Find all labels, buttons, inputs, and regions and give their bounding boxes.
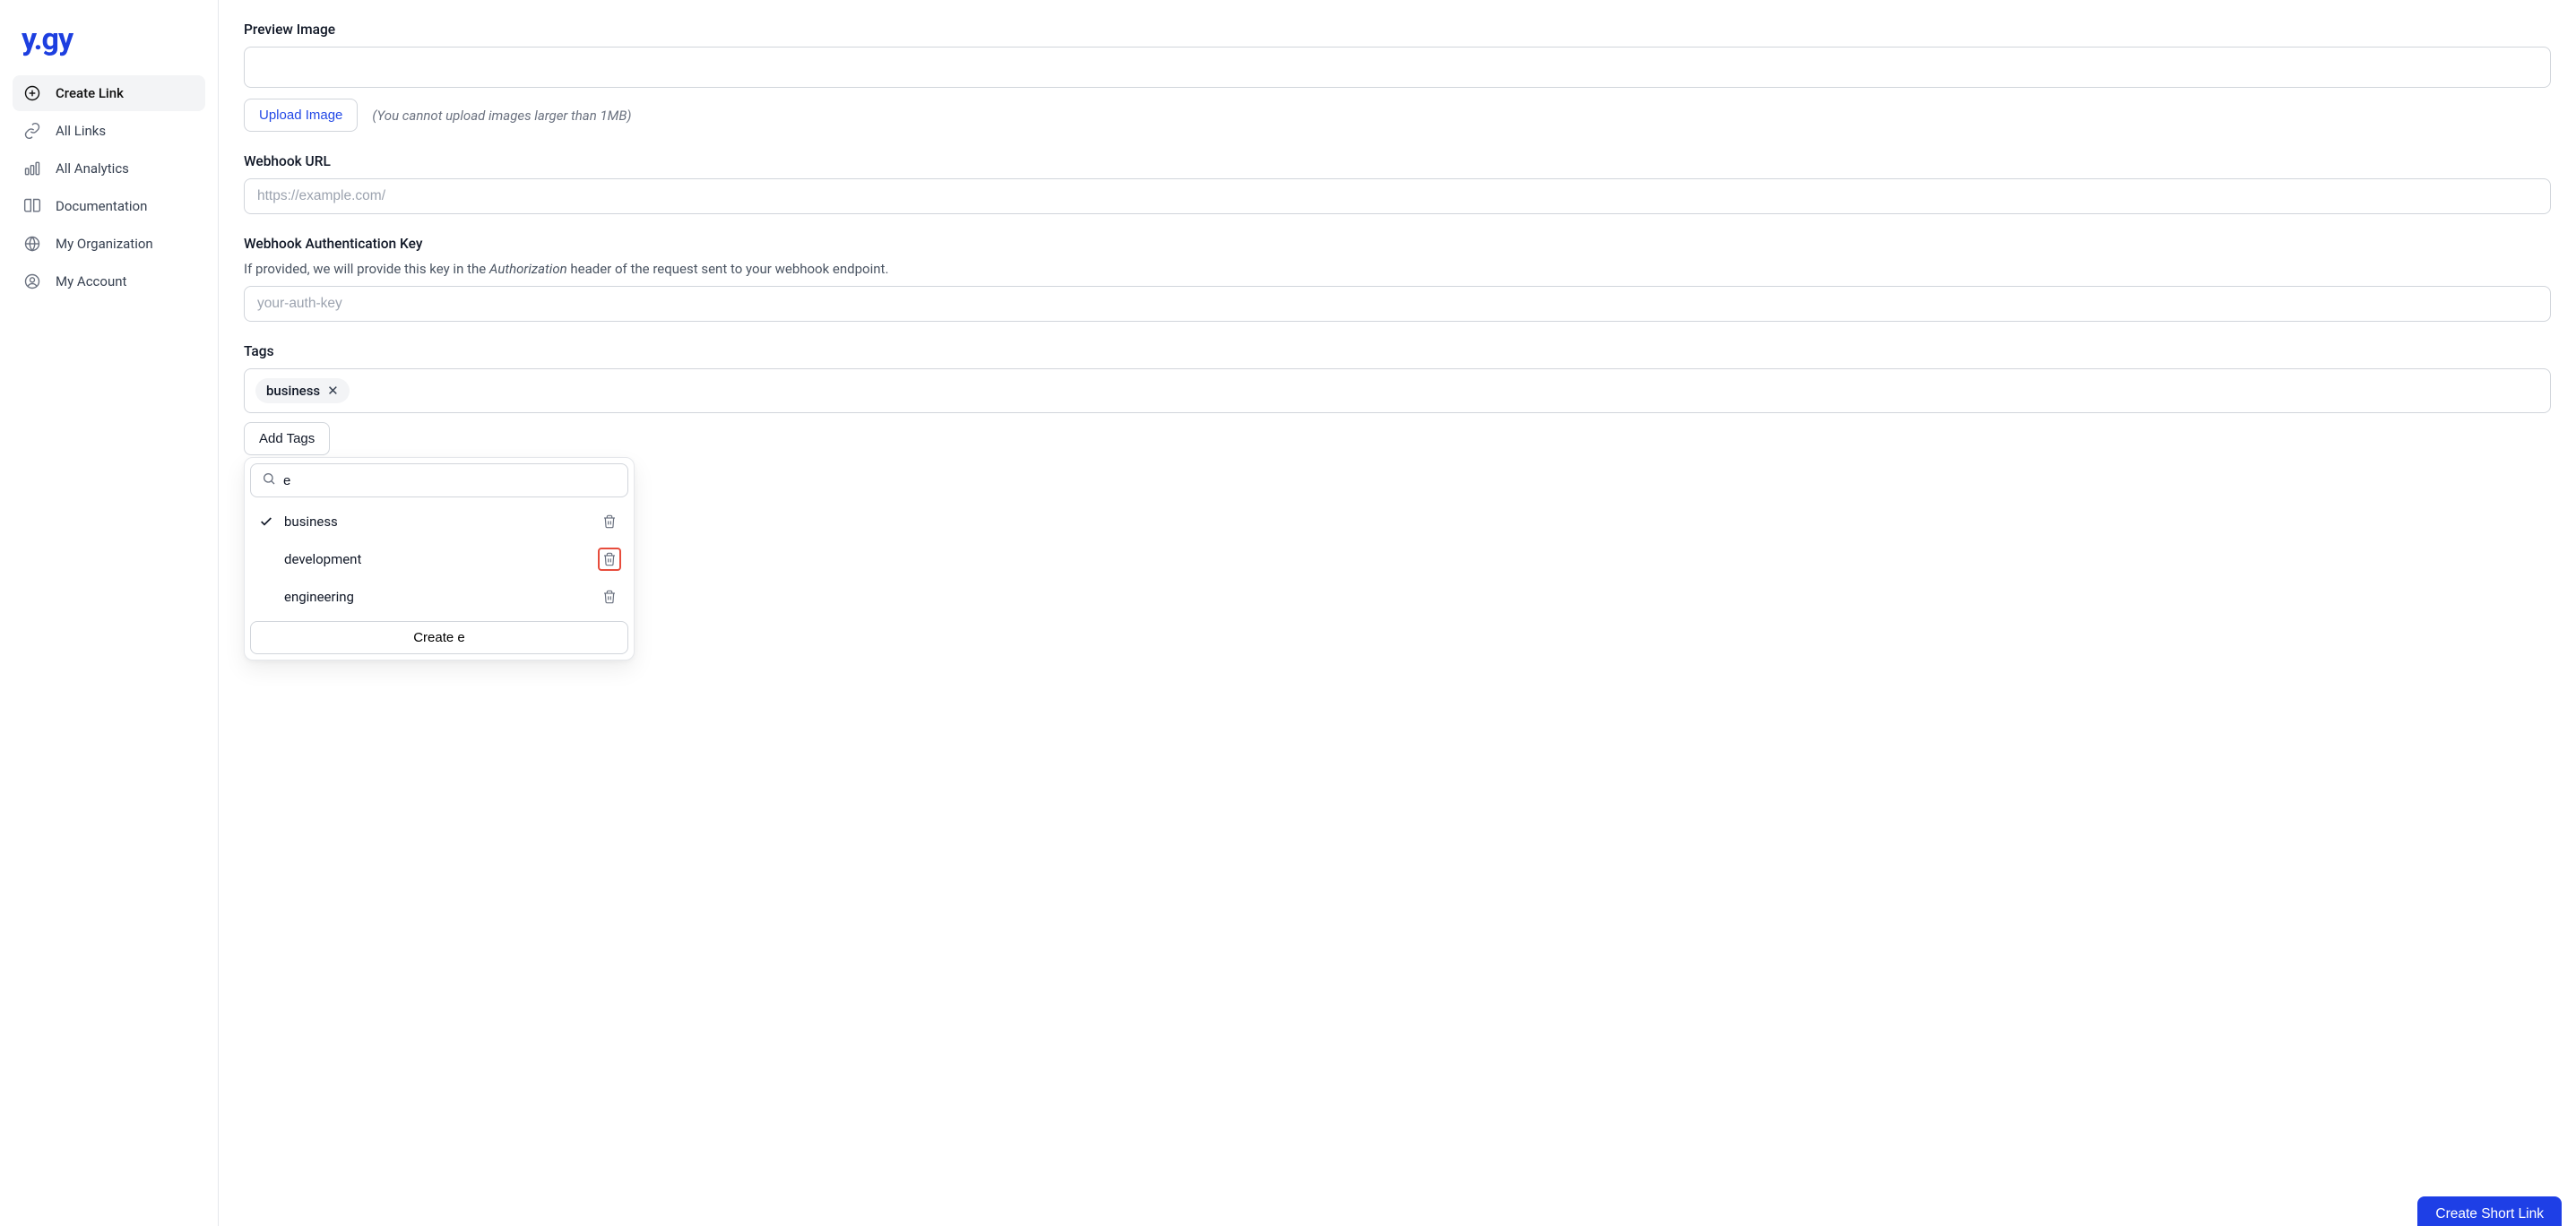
- tag-option-label: development: [284, 551, 361, 567]
- sidebar-nav: Create Link All Links All Analytics Docu…: [13, 75, 205, 299]
- create-tag-button[interactable]: Create e: [250, 621, 628, 654]
- globe-icon: [23, 235, 41, 253]
- tag-option[interactable]: engineering: [250, 578, 628, 616]
- user-circle-icon: [23, 272, 41, 290]
- sidebar-item-label: My Organization: [56, 236, 153, 252]
- help-post: header of the request sent to your webho…: [567, 261, 889, 277]
- tags-box[interactable]: business ✕: [244, 368, 2551, 413]
- tag-chip: business ✕: [255, 378, 350, 403]
- sidebar-item-label: Documentation: [56, 198, 147, 214]
- webhook-auth-help: If provided, we will provide this key in…: [244, 261, 2551, 277]
- upload-note: (You cannot upload images larger than 1M…: [372, 108, 631, 124]
- sidebar-item-my-organization[interactable]: My Organization: [13, 226, 205, 262]
- check-icon: [257, 514, 275, 529]
- main-content: Preview Image Upload Image (You cannot u…: [219, 0, 2576, 1226]
- sidebar-item-create-link[interactable]: Create Link: [13, 75, 205, 111]
- plus-circle-icon: [23, 84, 41, 102]
- webhook-url-input[interactable]: [244, 178, 2551, 214]
- help-pre: If provided, we will provide this key in…: [244, 261, 489, 277]
- book-icon: [23, 197, 41, 215]
- trash-icon: [602, 552, 617, 566]
- tag-options-list: business development: [250, 503, 628, 616]
- sidebar-item-label: All Analytics: [56, 160, 129, 177]
- preview-image-label: Preview Image: [244, 22, 2551, 38]
- webhook-auth-label: Webhook Authentication Key: [244, 236, 2551, 252]
- tags-label: Tags: [244, 343, 2551, 359]
- delete-tag-button[interactable]: [598, 548, 621, 571]
- link-icon: [23, 122, 41, 140]
- sidebar: y.gy Create Link All Links All Analytics: [0, 0, 219, 1226]
- help-em: Authorization: [489, 261, 567, 277]
- create-short-link-button[interactable]: Create Short Link: [2417, 1196, 2562, 1226]
- tag-search-wrap[interactable]: [250, 463, 628, 497]
- bar-chart-icon: [23, 160, 41, 177]
- preview-image-box[interactable]: [244, 47, 2551, 88]
- sidebar-item-label: All Links: [56, 123, 106, 139]
- trash-icon: [602, 514, 617, 529]
- webhook-url-label: Webhook URL: [244, 153, 2551, 169]
- tag-option[interactable]: business: [250, 503, 628, 540]
- sidebar-item-all-analytics[interactable]: All Analytics: [13, 151, 205, 186]
- sidebar-item-my-account[interactable]: My Account: [13, 263, 205, 299]
- remove-tag-icon[interactable]: ✕: [327, 384, 339, 398]
- trash-icon: [602, 590, 617, 604]
- sidebar-item-label: Create Link: [56, 85, 124, 101]
- tag-option-label: engineering: [284, 589, 354, 605]
- sidebar-item-all-links[interactable]: All Links: [13, 113, 205, 149]
- tag-chip-label: business: [266, 383, 320, 399]
- delete-tag-button[interactable]: [598, 510, 621, 533]
- webhook-auth-input[interactable]: [244, 286, 2551, 322]
- sidebar-item-documentation[interactable]: Documentation: [13, 188, 205, 224]
- search-icon: [262, 471, 276, 489]
- tags-popover: business development: [244, 457, 635, 660]
- tag-option-label: business: [284, 514, 338, 530]
- logo: y.gy: [13, 22, 205, 75]
- sidebar-item-label: My Account: [56, 273, 126, 289]
- tag-option[interactable]: development: [250, 540, 628, 578]
- tag-search-input[interactable]: [283, 473, 617, 488]
- upload-image-button[interactable]: Upload Image: [244, 99, 358, 132]
- add-tags-button[interactable]: Add Tags: [244, 422, 330, 455]
- delete-tag-button[interactable]: [598, 585, 621, 609]
